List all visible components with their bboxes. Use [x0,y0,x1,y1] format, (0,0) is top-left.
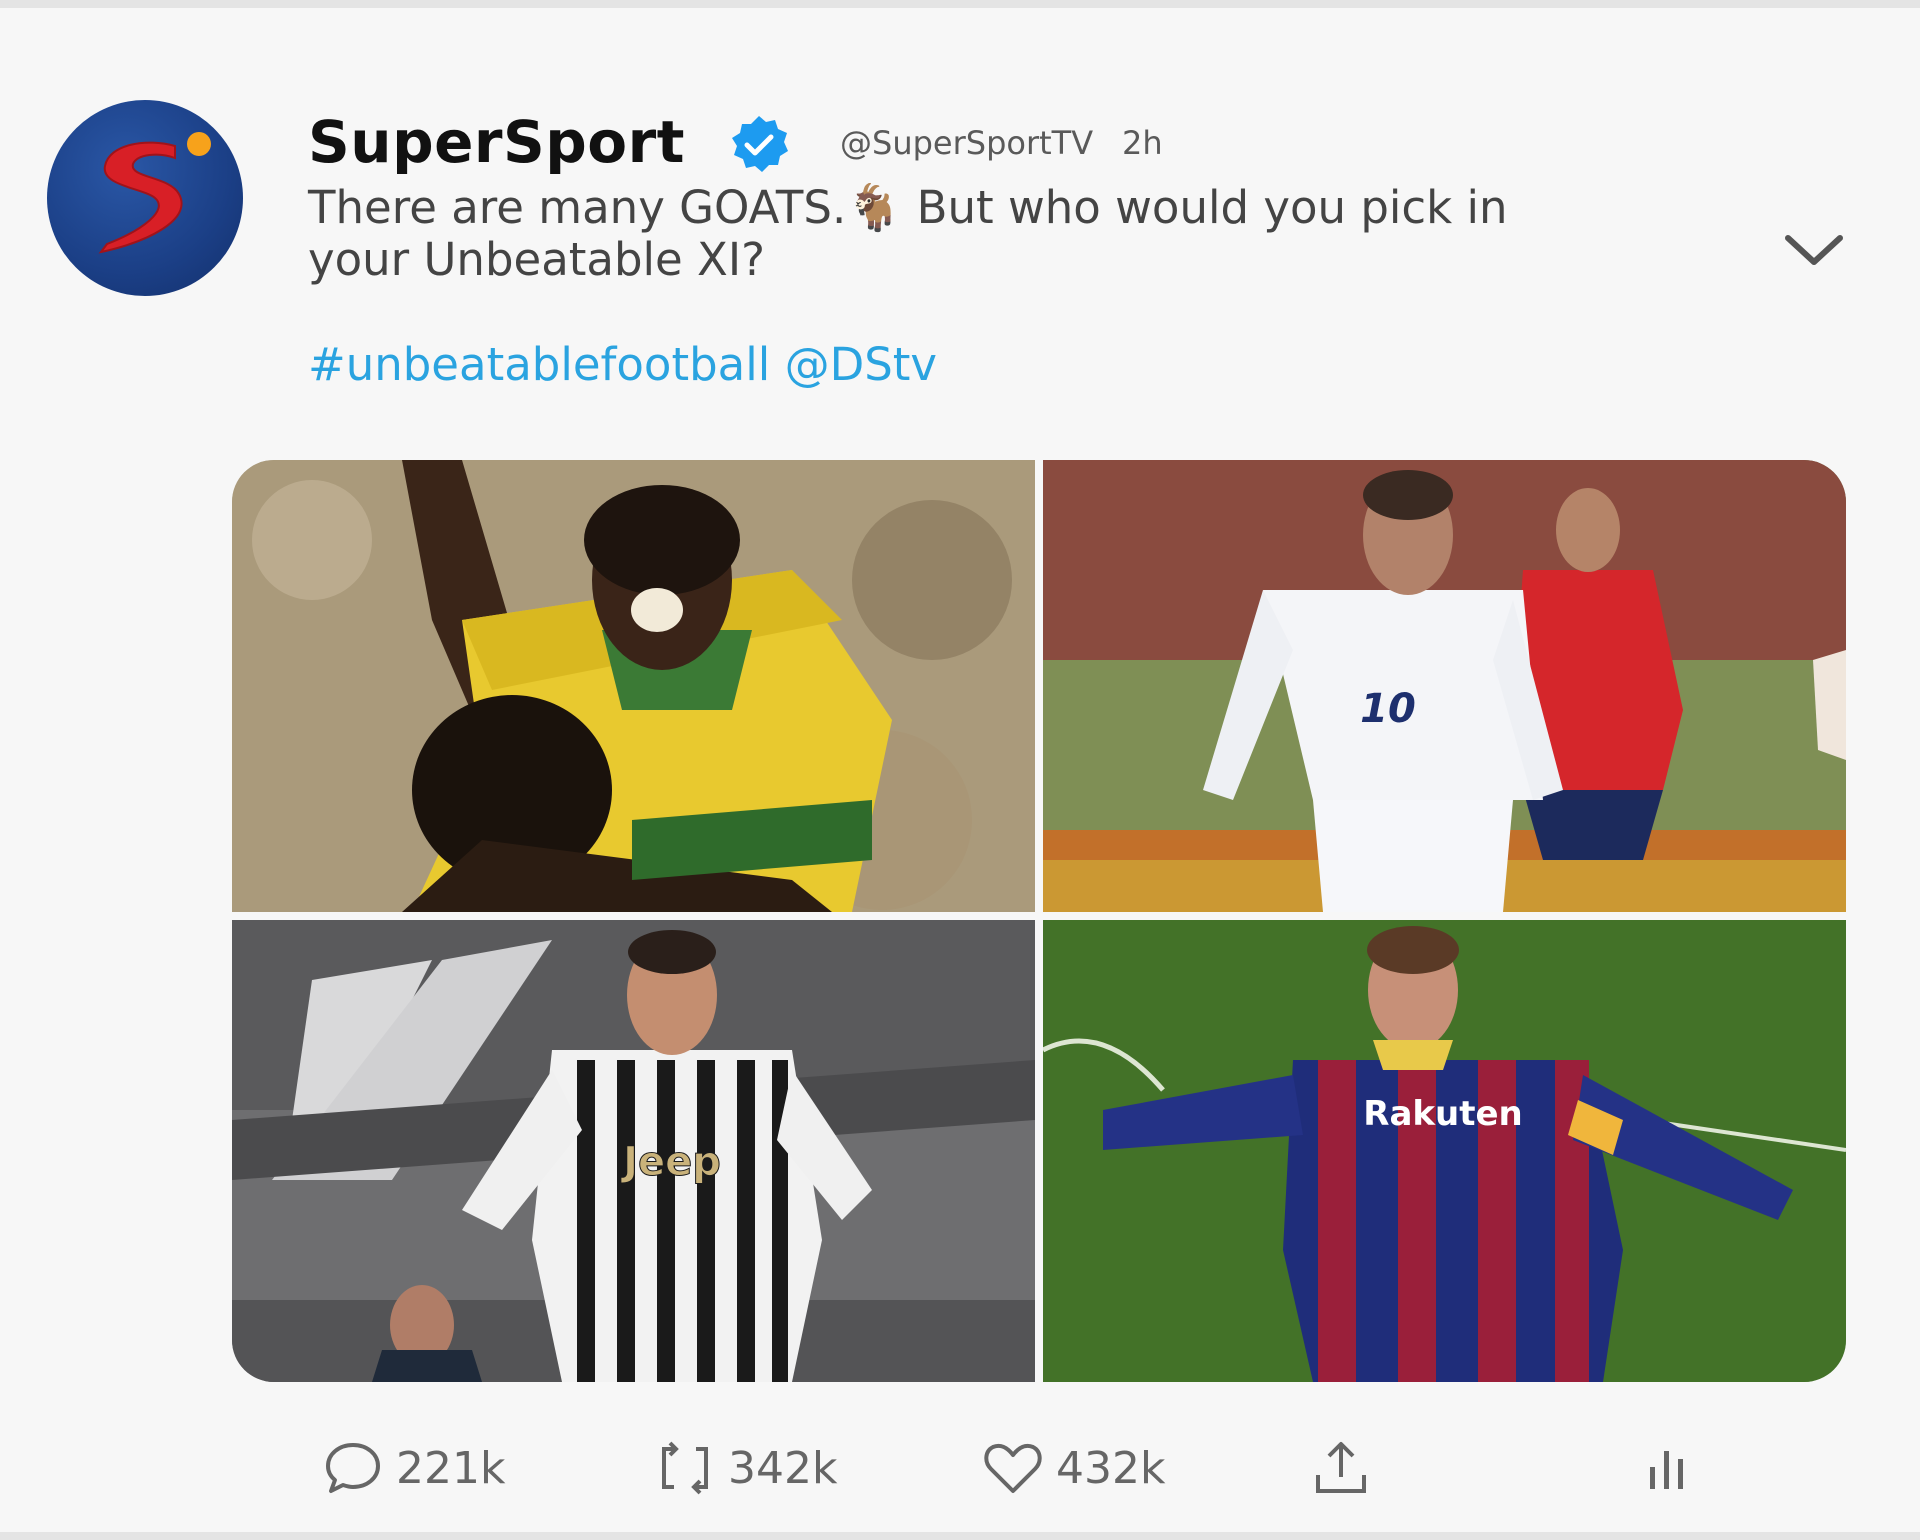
reply-count: 221k [396,1442,506,1494]
media-grid: 10 Jeep Rakuten [232,460,1846,1382]
tweet-actions: 221k 342k 432k [0,1428,1920,1508]
share-button[interactable] [1310,1428,1372,1508]
mention-link[interactable]: @DStv [785,338,938,391]
verified-badge-icon [732,116,788,172]
retweet-icon [662,1441,708,1495]
supersport-logo [98,132,211,254]
chevron-down-icon[interactable] [1782,230,1846,270]
analytics-button[interactable] [1636,1428,1698,1508]
hashtag-link[interactable]: #unbeatablefootball [308,338,770,391]
media-photo-4[interactable]: Rakuten [1043,920,1846,1382]
tweet-card: SuperSport @SuperSportTV 2h There are ma… [0,8,1920,1532]
jersey-number-label: 10 [1360,686,1416,732]
like-count: 432k [1056,1442,1166,1494]
tweet-text: There are many GOATS.🐐 But who would you… [308,181,1508,286]
tweet-timestamp[interactable]: 2h [1122,124,1163,162]
sponsor-jeep-label: Jeep [620,1139,721,1185]
media-photo-1[interactable] [232,460,1035,912]
avatar[interactable] [47,100,243,296]
heart-icon [984,1443,1042,1493]
comment-icon [326,1443,380,1493]
tweet-links: #unbeatablefootball @DStv [308,338,937,391]
sponsor-rakuten-label: Rakuten [1363,1094,1522,1134]
reply-button[interactable]: 221k [322,1428,505,1508]
media-photo-2[interactable]: 10 [1043,460,1846,912]
like-button[interactable]: 432k [982,1428,1165,1508]
author-name[interactable]: SuperSport [308,108,685,176]
retweet-button[interactable]: 342k [654,1428,837,1508]
author-handle[interactable]: @SuperSportTV [840,124,1093,162]
media-photo-3[interactable]: Jeep [232,920,1035,1382]
retweet-count: 342k [728,1442,838,1494]
analytics-icon [1650,1451,1683,1489]
share-icon [1316,1442,1366,1493]
